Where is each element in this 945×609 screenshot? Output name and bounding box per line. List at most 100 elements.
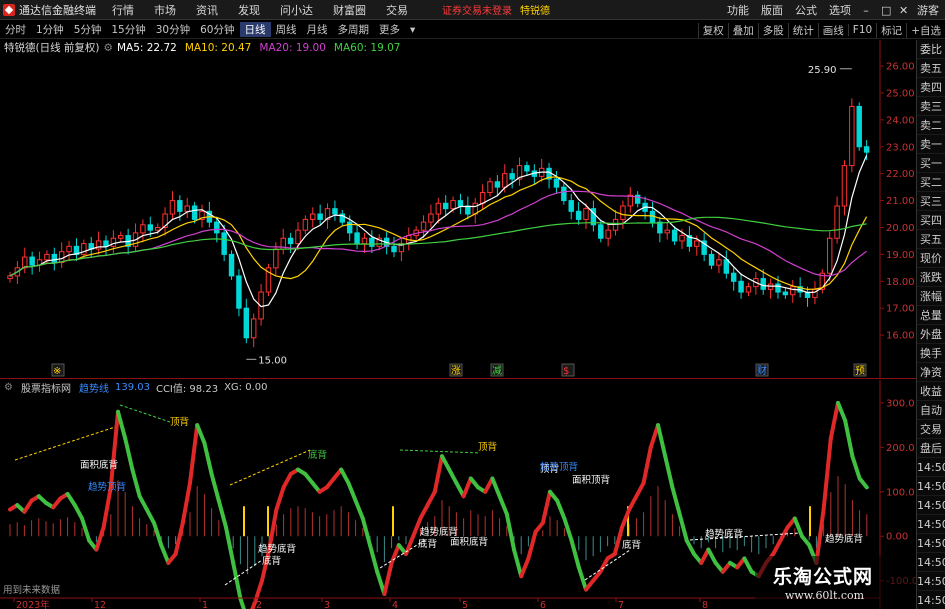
period-more[interactable]: 更多 — [374, 22, 405, 37]
cci-line-segment — [742, 556, 754, 574]
period-intraday[interactable]: 分时 — [0, 22, 31, 37]
cci-line-segment — [195, 423, 207, 445]
cci-line-segment — [173, 520, 185, 556]
cci-line-segment — [555, 498, 567, 521]
menu-item-options[interactable]: 选项 — [823, 2, 857, 18]
cci-line-segment — [94, 525, 106, 552]
period-1min[interactable]: 1分钟 — [31, 22, 69, 37]
side-item-outer[interactable]: 外盘 — [917, 325, 945, 344]
period-weekly[interactable]: 周线 — [271, 22, 302, 37]
side-item-volume[interactable]: 总量 — [917, 306, 945, 325]
tool-multi-stock[interactable]: 多股 — [757, 22, 788, 38]
period-daily[interactable]: 日线 — [239, 22, 271, 37]
settings-icon[interactable]: ⚙ — [104, 42, 113, 54]
side-item-buy5[interactable]: 买五 — [917, 230, 945, 249]
period-more-chevron-icon[interactable]: ▾ — [405, 24, 420, 36]
cci-line-segment — [418, 503, 430, 521]
close-icon[interactable]: ✕ — [893, 4, 911, 17]
menu-item-news[interactable]: 资讯 — [186, 2, 228, 18]
side-item-turnover[interactable]: 换手 — [917, 344, 945, 363]
side-item-buy1[interactable]: 买一 — [917, 154, 945, 173]
menu-item-trade[interactable]: 交易 — [376, 2, 418, 18]
cci-line-segment — [144, 507, 156, 525]
candle — [620, 205, 626, 220]
candle — [694, 240, 700, 247]
menu-item-discover[interactable]: 发现 — [228, 2, 270, 18]
side-item-buy3[interactable]: 买三 — [917, 192, 945, 211]
candle — [250, 318, 257, 339]
period-5min[interactable]: 5分钟 — [69, 22, 107, 37]
price-tick-label: 21.00 — [886, 196, 915, 207]
side-item-earnings[interactable]: 收益 — [917, 382, 945, 401]
side-item-buy4[interactable]: 买四 — [917, 211, 945, 230]
tool-statistics[interactable]: 统计 — [787, 22, 818, 38]
cci-line-segment — [281, 472, 293, 490]
side-item-sell2[interactable]: 卖二 — [917, 116, 945, 135]
period-60min[interactable]: 60分钟 — [195, 22, 239, 37]
tool-adjust[interactable]: 复权 — [697, 22, 728, 38]
minimize-icon[interactable]: – — [857, 4, 875, 17]
period-15min[interactable]: 15分钟 — [106, 22, 150, 37]
maximize-icon[interactable]: □ — [875, 4, 893, 17]
cci-line-segment — [562, 516, 574, 543]
cci-line-segment — [188, 423, 200, 485]
side-item-sell5[interactable]: 卖五 — [917, 59, 945, 78]
period-30min[interactable]: 30分钟 — [151, 22, 195, 37]
candlestick-chart[interactable]: 26.00 25.00 24.00 23.00 22.00 21.00 20.00 19.00… — [0, 40, 916, 378]
cci-line-segment — [850, 454, 862, 481]
period-multi[interactable]: 多周期 — [333, 22, 375, 37]
side-item-sell4[interactable]: 卖四 — [917, 78, 945, 97]
side-item-change[interactable]: 涨跌 — [917, 268, 945, 287]
tool-mark[interactable]: 标记 — [876, 22, 906, 38]
side-item-net-assets[interactable]: 净资 — [917, 363, 945, 382]
divergence-label: 趋势顶背 — [540, 461, 578, 473]
menu-item-wealth[interactable]: 财富圈 — [323, 2, 376, 18]
side-item-sell3[interactable]: 卖三 — [917, 97, 945, 116]
tool-draw[interactable]: 画线 — [817, 22, 848, 38]
login-status[interactable]: 证券交易未登录 — [442, 2, 512, 17]
cci-line-segment — [231, 560, 243, 601]
candle — [450, 200, 456, 210]
tool-overlay[interactable]: 叠加 — [727, 22, 758, 38]
side-item-change-pct[interactable]: 涨幅 — [917, 287, 945, 306]
side-item-buy2[interactable]: 买二 — [917, 173, 945, 192]
candle — [583, 208, 589, 220]
price-tick-label: 20.00 — [886, 223, 915, 234]
menu-item-function[interactable]: 功能 — [721, 2, 755, 18]
candle — [154, 226, 161, 231]
ma5-line — [9, 155, 868, 308]
watermark-title: 乐淘公式网 — [773, 566, 874, 588]
app-logo-icon — [3, 3, 15, 16]
tool-f10[interactable]: F10 — [847, 24, 876, 36]
cci-line-segment — [159, 543, 171, 565]
side-item-price[interactable]: 现价 — [917, 249, 945, 268]
indicator-settings-icon[interactable]: ⚙ — [4, 382, 13, 393]
cci-line-segment — [497, 494, 509, 516]
divergence-line — [119, 404, 171, 423]
menu-item-formula[interactable]: 公式 — [789, 2, 823, 18]
candle — [679, 235, 685, 242]
menu-item-layout[interactable]: 版面 — [755, 2, 789, 18]
side-item-after-hours[interactable]: 盘后 — [917, 439, 945, 458]
pane-divider[interactable] — [0, 378, 916, 379]
price-tick-label: 19.00 — [886, 250, 915, 261]
side-item-weibi[interactable]: 委比 — [917, 40, 945, 59]
user-label[interactable]: 游客 — [911, 2, 945, 18]
side-item-trading[interactable]: 交易 — [917, 420, 945, 439]
menu-item-quotes[interactable]: 行情 — [102, 2, 144, 18]
menu-item-ask[interactable]: 问小达 — [270, 2, 323, 18]
side-item-sell1[interactable]: 卖一 — [917, 135, 945, 154]
side-item-auto[interactable]: 自动 — [917, 401, 945, 420]
cci-line-segment — [389, 543, 401, 565]
tool-add-watchlist[interactable]: +自选 — [906, 22, 945, 38]
divergence-label: 趋势底背 — [258, 543, 296, 555]
cci-line-segment — [843, 418, 855, 459]
cci-line-segment — [634, 480, 646, 499]
side-time-row: 14:50 — [917, 591, 945, 609]
period-monthly[interactable]: 月线 — [302, 22, 333, 37]
indicator-name[interactable]: 股票指标网 — [21, 380, 71, 395]
candle — [479, 192, 486, 204]
candle — [561, 186, 567, 202]
time-tick-label: 1 — [202, 600, 208, 609]
menu-item-market[interactable]: 市场 — [144, 2, 186, 18]
